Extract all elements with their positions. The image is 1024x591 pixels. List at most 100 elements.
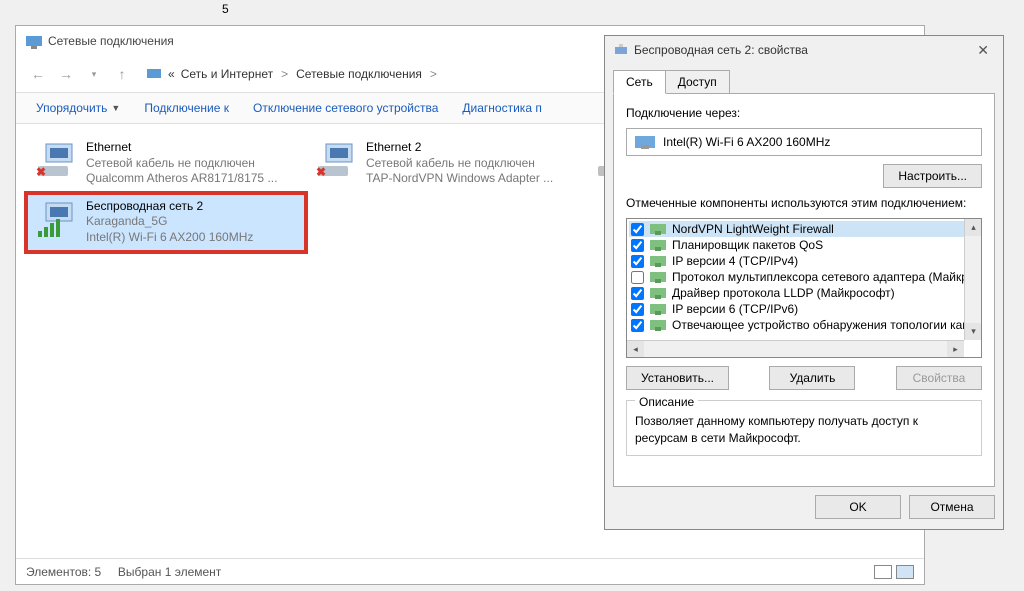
connection-status: Сетевой кабель не подключен (86, 156, 277, 172)
adapter-properties-dialog: Беспроводная сеть 2: свойства ✕ Сеть Дос… (604, 35, 1004, 530)
svg-text:✖: ✖ (36, 165, 46, 179)
ok-button[interactable]: OK (815, 495, 901, 519)
description-group: Описание Позволяет данному компьютеру по… (626, 400, 982, 456)
protocol-icon (650, 223, 666, 235)
tab-access[interactable]: Доступ (665, 70, 730, 94)
connection-status: Karaganda_5G (86, 214, 253, 230)
component-checkbox[interactable] (631, 255, 644, 268)
component-label: NordVPN LightWeight Firewall (672, 222, 834, 236)
address-bar[interactable]: « Сеть и Интернет > Сетевые подключения … (138, 62, 447, 86)
remove-button[interactable]: Удалить (769, 366, 855, 390)
component-row[interactable]: NordVPN LightWeight Firewall (629, 221, 979, 237)
status-bar: Элементов: 5 Выбран 1 элемент (16, 558, 924, 584)
adapter-icon (613, 42, 629, 58)
element-count: Элементов: 5 (26, 565, 101, 579)
install-button[interactable]: Установить... (626, 366, 729, 390)
tab-panel: Подключение через: Intel(R) Wi-Fi 6 AX20… (613, 93, 995, 487)
tabs: Сеть Доступ (605, 64, 1003, 94)
properties-label: Свойства (913, 371, 966, 385)
tab-network[interactable]: Сеть (613, 70, 666, 94)
connection-name: Беспроводная сеть 2 (86, 199, 253, 215)
connection-item[interactable]: ✖ EthernetСетевой кабель не подключенQual… (26, 134, 306, 193)
components-list[interactable]: NordVPN LightWeight FirewallПланировщик … (626, 218, 982, 358)
selection-count: Выбран 1 элемент (118, 565, 221, 579)
breadcrumb-item[interactable]: Сетевые подключения (296, 67, 422, 81)
dialog-title-bar[interactable]: Беспроводная сеть 2: свойства ✕ (605, 36, 1003, 64)
component-checkbox[interactable] (631, 319, 644, 332)
component-checkbox[interactable] (631, 271, 644, 284)
diagnostics-button[interactable]: Диагностика п (454, 97, 549, 119)
tab-access-label: Доступ (678, 75, 717, 89)
view-tiles-icon[interactable] (896, 565, 914, 579)
adapter-name: Intel(R) Wi-Fi 6 AX200 160MHz (663, 135, 830, 149)
ok-label: OK (849, 500, 866, 514)
diagnostics-label: Диагностика п (462, 101, 541, 115)
organize-button[interactable]: Упорядочить ▼ (28, 97, 128, 119)
dialog-title: Беспроводная сеть 2: свойства (634, 43, 808, 57)
scroll-left-icon[interactable]: ◂ (627, 341, 644, 358)
cancel-label: Отмена (930, 500, 973, 514)
component-checkbox[interactable] (631, 239, 644, 252)
component-checkbox[interactable] (631, 223, 644, 236)
component-checkbox[interactable] (631, 303, 644, 316)
protocol-icon (650, 255, 666, 267)
scroll-right-icon[interactable]: ▸ (947, 341, 964, 358)
disable-label: Отключение сетевого устройства (253, 101, 438, 115)
connection-device: Intel(R) Wi-Fi 6 AX200 160MHz (86, 230, 253, 246)
description-legend: Описание (635, 395, 698, 409)
chevron-down-icon: ▼ (111, 103, 120, 113)
remove-label: Удалить (790, 371, 836, 385)
view-details-icon[interactable] (874, 565, 892, 579)
connect-to-label: Подключение к (144, 101, 229, 115)
scrollbar-vertical[interactable]: ▴ ▾ (964, 219, 981, 340)
breadcrumb-prefix: « (168, 67, 175, 81)
connect-to-button[interactable]: Подключение к (136, 97, 237, 119)
component-checkbox[interactable] (631, 287, 644, 300)
component-row[interactable]: IP версии 4 (TCP/IPv4) (629, 253, 979, 269)
scroll-down-icon[interactable]: ▾ (965, 323, 982, 340)
recent-dropdown[interactable]: ▾ (82, 62, 106, 86)
component-row[interactable]: Протокол мультиплексора сетевого адаптер… (629, 269, 979, 285)
connection-item[interactable]: ✖ Ethernet 2Сетевой кабель не подключенTA… (306, 134, 586, 193)
protocol-icon (650, 303, 666, 315)
configure-label: Настроить... (898, 169, 967, 183)
scroll-up-icon[interactable]: ▴ (965, 219, 982, 236)
component-label: IP версии 6 (TCP/IPv6) (672, 302, 798, 316)
adapter-name-box: Intel(R) Wi-Fi 6 AX200 160MHz (626, 128, 982, 156)
back-button[interactable]: ← (26, 62, 50, 86)
protocol-icon (650, 271, 666, 283)
connection-device: Qualcomm Atheros AR8171/8175 ... (86, 171, 277, 187)
configure-button[interactable]: Настроить... (883, 164, 982, 188)
install-label: Установить... (641, 371, 714, 385)
connection-device: TAP-NordVPN Windows Adapter ... (366, 171, 553, 187)
component-row[interactable]: IP версии 6 (TCP/IPv6) (629, 301, 979, 317)
component-row[interactable]: Драйвер протокола LLDP (Майкрософт) (629, 285, 979, 301)
step-marker: 5 (222, 2, 229, 16)
breadcrumb-item[interactable]: Сеть и Интернет (181, 67, 273, 81)
connection-icon: ✖ (32, 140, 80, 180)
component-row[interactable]: Отвечающее устройство обнаружения тополо… (629, 317, 979, 333)
component-label: IP версии 4 (TCP/IPv4) (672, 254, 798, 268)
component-row[interactable]: Планировщик пакетов QoS (629, 237, 979, 253)
component-label: Протокол мультиплексора сетевого адаптер… (672, 270, 975, 284)
description-text: Позволяет данному компьютеру получать до… (635, 413, 973, 447)
connect-via-label: Подключение через: (626, 106, 982, 120)
organize-label: Упорядочить (36, 101, 107, 115)
protocol-icon (650, 319, 666, 331)
up-button[interactable]: ↑ (110, 62, 134, 86)
svg-text:✖: ✖ (316, 165, 326, 179)
connection-status: Сетевой кабель не подключен (366, 156, 553, 172)
close-button[interactable]: ✕ (971, 42, 995, 59)
scrollbar-horizontal[interactable]: ◂ ▸ (627, 340, 964, 357)
disable-device-button[interactable]: Отключение сетевого устройства (245, 97, 446, 119)
forward-button[interactable]: → (54, 62, 78, 86)
breadcrumb-separator: > (430, 67, 437, 81)
protocol-icon (650, 239, 666, 251)
protocol-icon (650, 287, 666, 299)
breadcrumb-separator: > (281, 67, 288, 81)
connection-name: Ethernet (86, 140, 277, 156)
connection-name: Ethernet 2 (366, 140, 553, 156)
cancel-button[interactable]: Отмена (909, 495, 995, 519)
connection-item[interactable]: Беспроводная сеть 2Karaganda_5GIntel(R) … (26, 193, 306, 252)
dialog-footer: OK Отмена (605, 495, 1003, 529)
